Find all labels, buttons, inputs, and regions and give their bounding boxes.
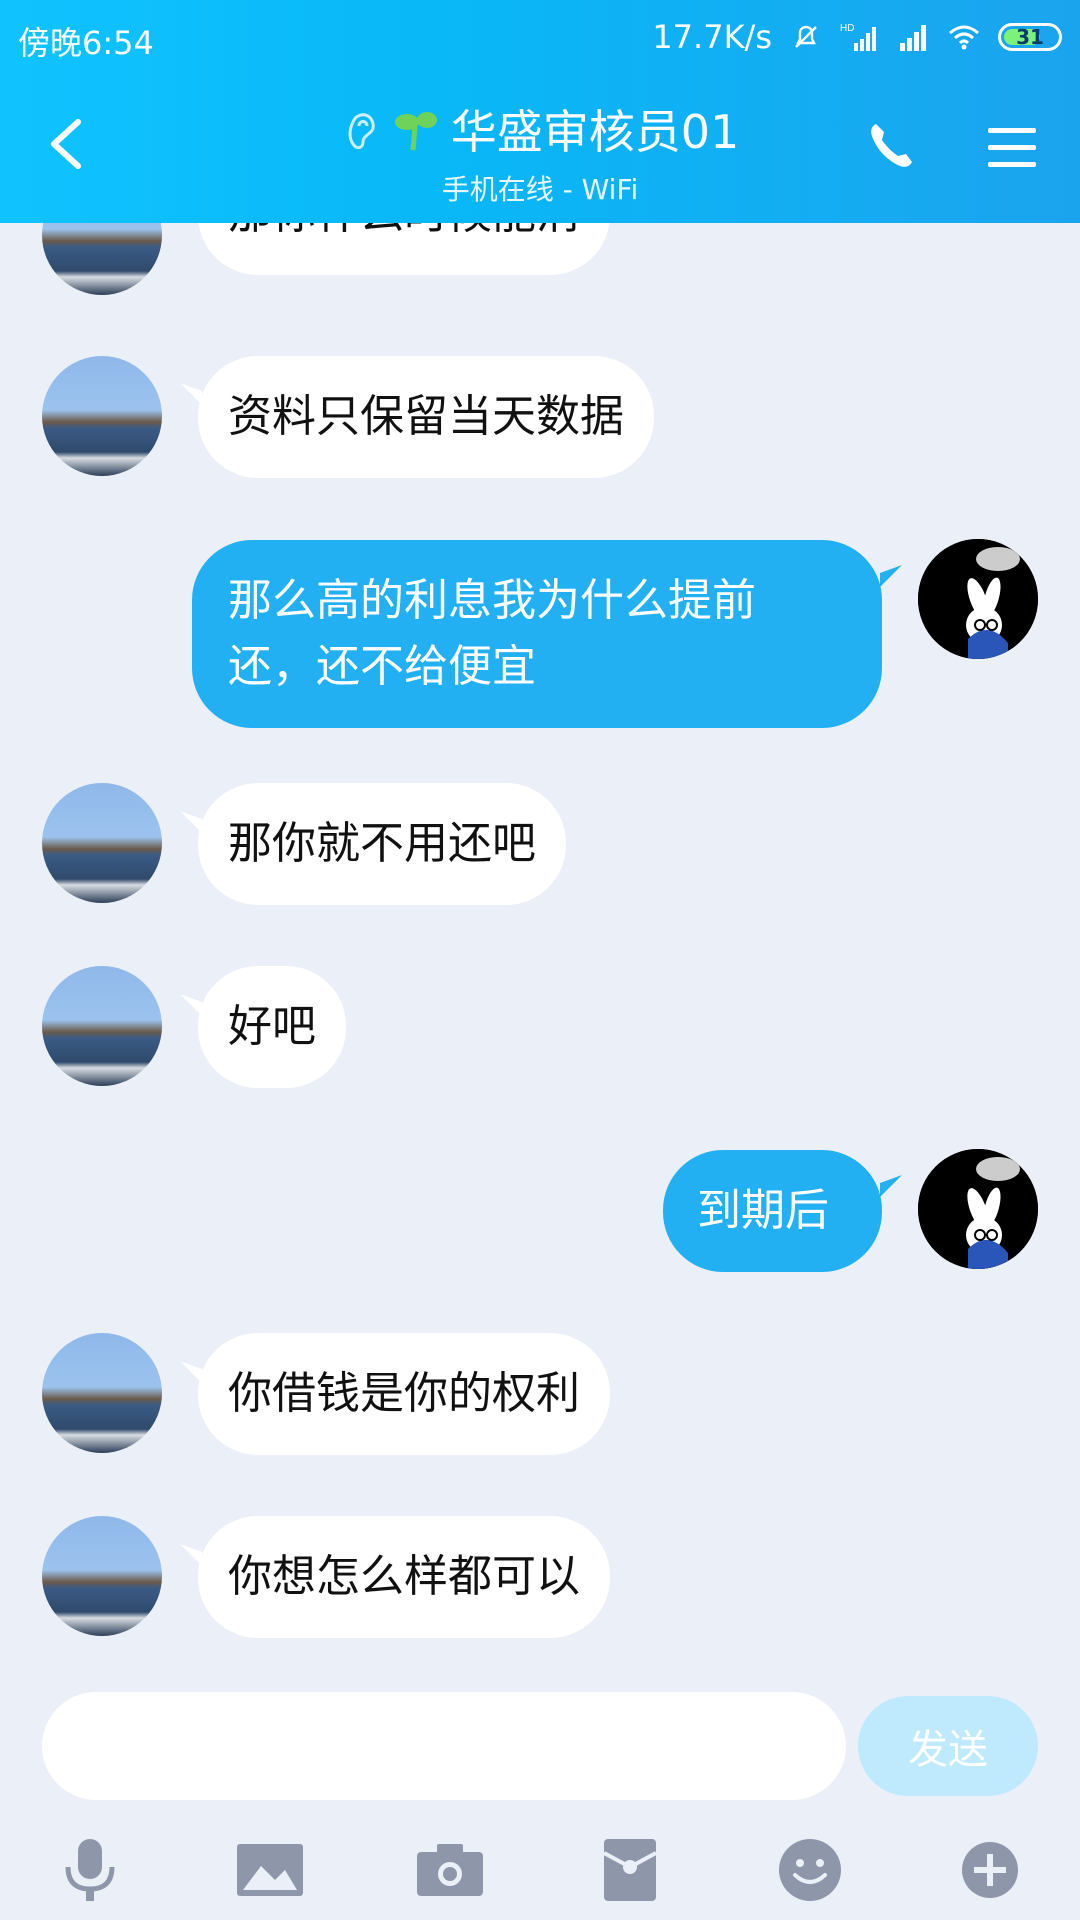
message-bubble-received[interactable]: 你借钱是你的权利 xyxy=(198,1333,610,1455)
contact-name: 华盛审核员01 xyxy=(450,105,740,159)
ear-icon[interactable] xyxy=(341,104,381,154)
status-time: 傍晚6:54 xyxy=(18,24,154,62)
message-text: 那你什么时候能消 xyxy=(228,223,580,239)
rabbit-astronaut-icon xyxy=(918,539,1038,659)
mute-bell-icon xyxy=(795,25,817,48)
bubble-tail xyxy=(880,1175,902,1197)
sprout-icon xyxy=(394,112,437,151)
message-bubble-received[interactable]: 好吧 xyxy=(198,966,346,1088)
nav-bar: 华盛审核员01 手机在线 - WiFi xyxy=(0,90,1080,210)
contact-avatar[interactable] xyxy=(42,223,162,295)
red-packet-icon[interactable] xyxy=(590,1830,670,1910)
my-avatar[interactable] xyxy=(918,1149,1038,1269)
message-input[interactable] xyxy=(42,1692,846,1800)
message-text: 你想怎么样都可以 xyxy=(228,1551,580,1602)
contact-avatar[interactable] xyxy=(42,1333,162,1453)
battery-indicator: 31 xyxy=(998,23,1062,51)
message-bubble-received[interactable]: 资料只保留当天数据 xyxy=(198,356,654,478)
message-text: 到期后 xyxy=(697,1185,829,1236)
plus-icon[interactable] xyxy=(950,1830,1030,1910)
message-bubble-received[interactable]: 那你什么时候能消 xyxy=(198,223,610,275)
rabbit-astronaut-icon xyxy=(918,1149,1038,1269)
status-bar: 傍晚6:54 17.7K/s HD 31 xyxy=(0,0,1080,76)
contact-avatar[interactable] xyxy=(42,356,162,476)
mic-icon[interactable] xyxy=(50,1830,130,1910)
bubble-tail xyxy=(880,565,902,587)
message-text: 好吧 xyxy=(228,1001,316,1052)
contact-avatar[interactable] xyxy=(42,966,162,1086)
message-text: 资料只保留当天数据 xyxy=(228,391,624,442)
message-bubble-sent[interactable]: 到期后 xyxy=(663,1150,882,1272)
page-title: 华盛审核员01 xyxy=(341,96,740,162)
emoji-icon[interactable] xyxy=(770,1830,850,1910)
status-right: 17.7K/s HD 31 xyxy=(652,18,1062,56)
message-text: 那你就不用还吧 xyxy=(228,818,536,869)
message-list[interactable]: 那你什么时候能消 资料只保留当天数据 那么高的利息我为什么提前 还，还不给便宜 … xyxy=(0,223,1080,1673)
send-label: 发送 xyxy=(908,1727,988,1773)
chat-header: 傍晚6:54 17.7K/s HD 31 华盛审核员01 手机在线 - WiFi xyxy=(0,0,1080,223)
image-icon[interactable] xyxy=(230,1830,310,1910)
message-bubble-sent[interactable]: 那么高的利息我为什么提前 还，还不给便宜 xyxy=(192,540,882,728)
send-button[interactable]: 发送 xyxy=(858,1696,1038,1796)
online-status: 手机在线 - WiFi xyxy=(441,173,639,206)
message-text-line1: 那么高的利息我为什么提前 xyxy=(228,575,756,626)
contact-avatar[interactable] xyxy=(42,1516,162,1636)
input-toolbar xyxy=(0,1820,1080,1920)
camera-icon[interactable] xyxy=(410,1830,490,1910)
hd-signal-icon: HD xyxy=(840,23,876,51)
wifi-icon xyxy=(949,25,979,50)
contact-avatar[interactable] xyxy=(42,783,162,903)
message-bubble-received[interactable]: 你想怎么样都可以 xyxy=(198,1516,610,1638)
signal-icon xyxy=(900,25,926,51)
menu-icon[interactable] xyxy=(984,120,1040,176)
my-avatar[interactable] xyxy=(918,539,1038,659)
phone-icon[interactable] xyxy=(864,118,920,174)
svg-text:HD: HD xyxy=(840,23,854,34)
message-text: 你借钱是你的权利 xyxy=(228,1368,580,1419)
network-speed: 17.7K/s xyxy=(652,18,772,56)
message-text-line2: 还，还不给便宜 xyxy=(228,641,536,692)
message-bubble-received[interactable]: 那你就不用还吧 xyxy=(198,783,566,905)
